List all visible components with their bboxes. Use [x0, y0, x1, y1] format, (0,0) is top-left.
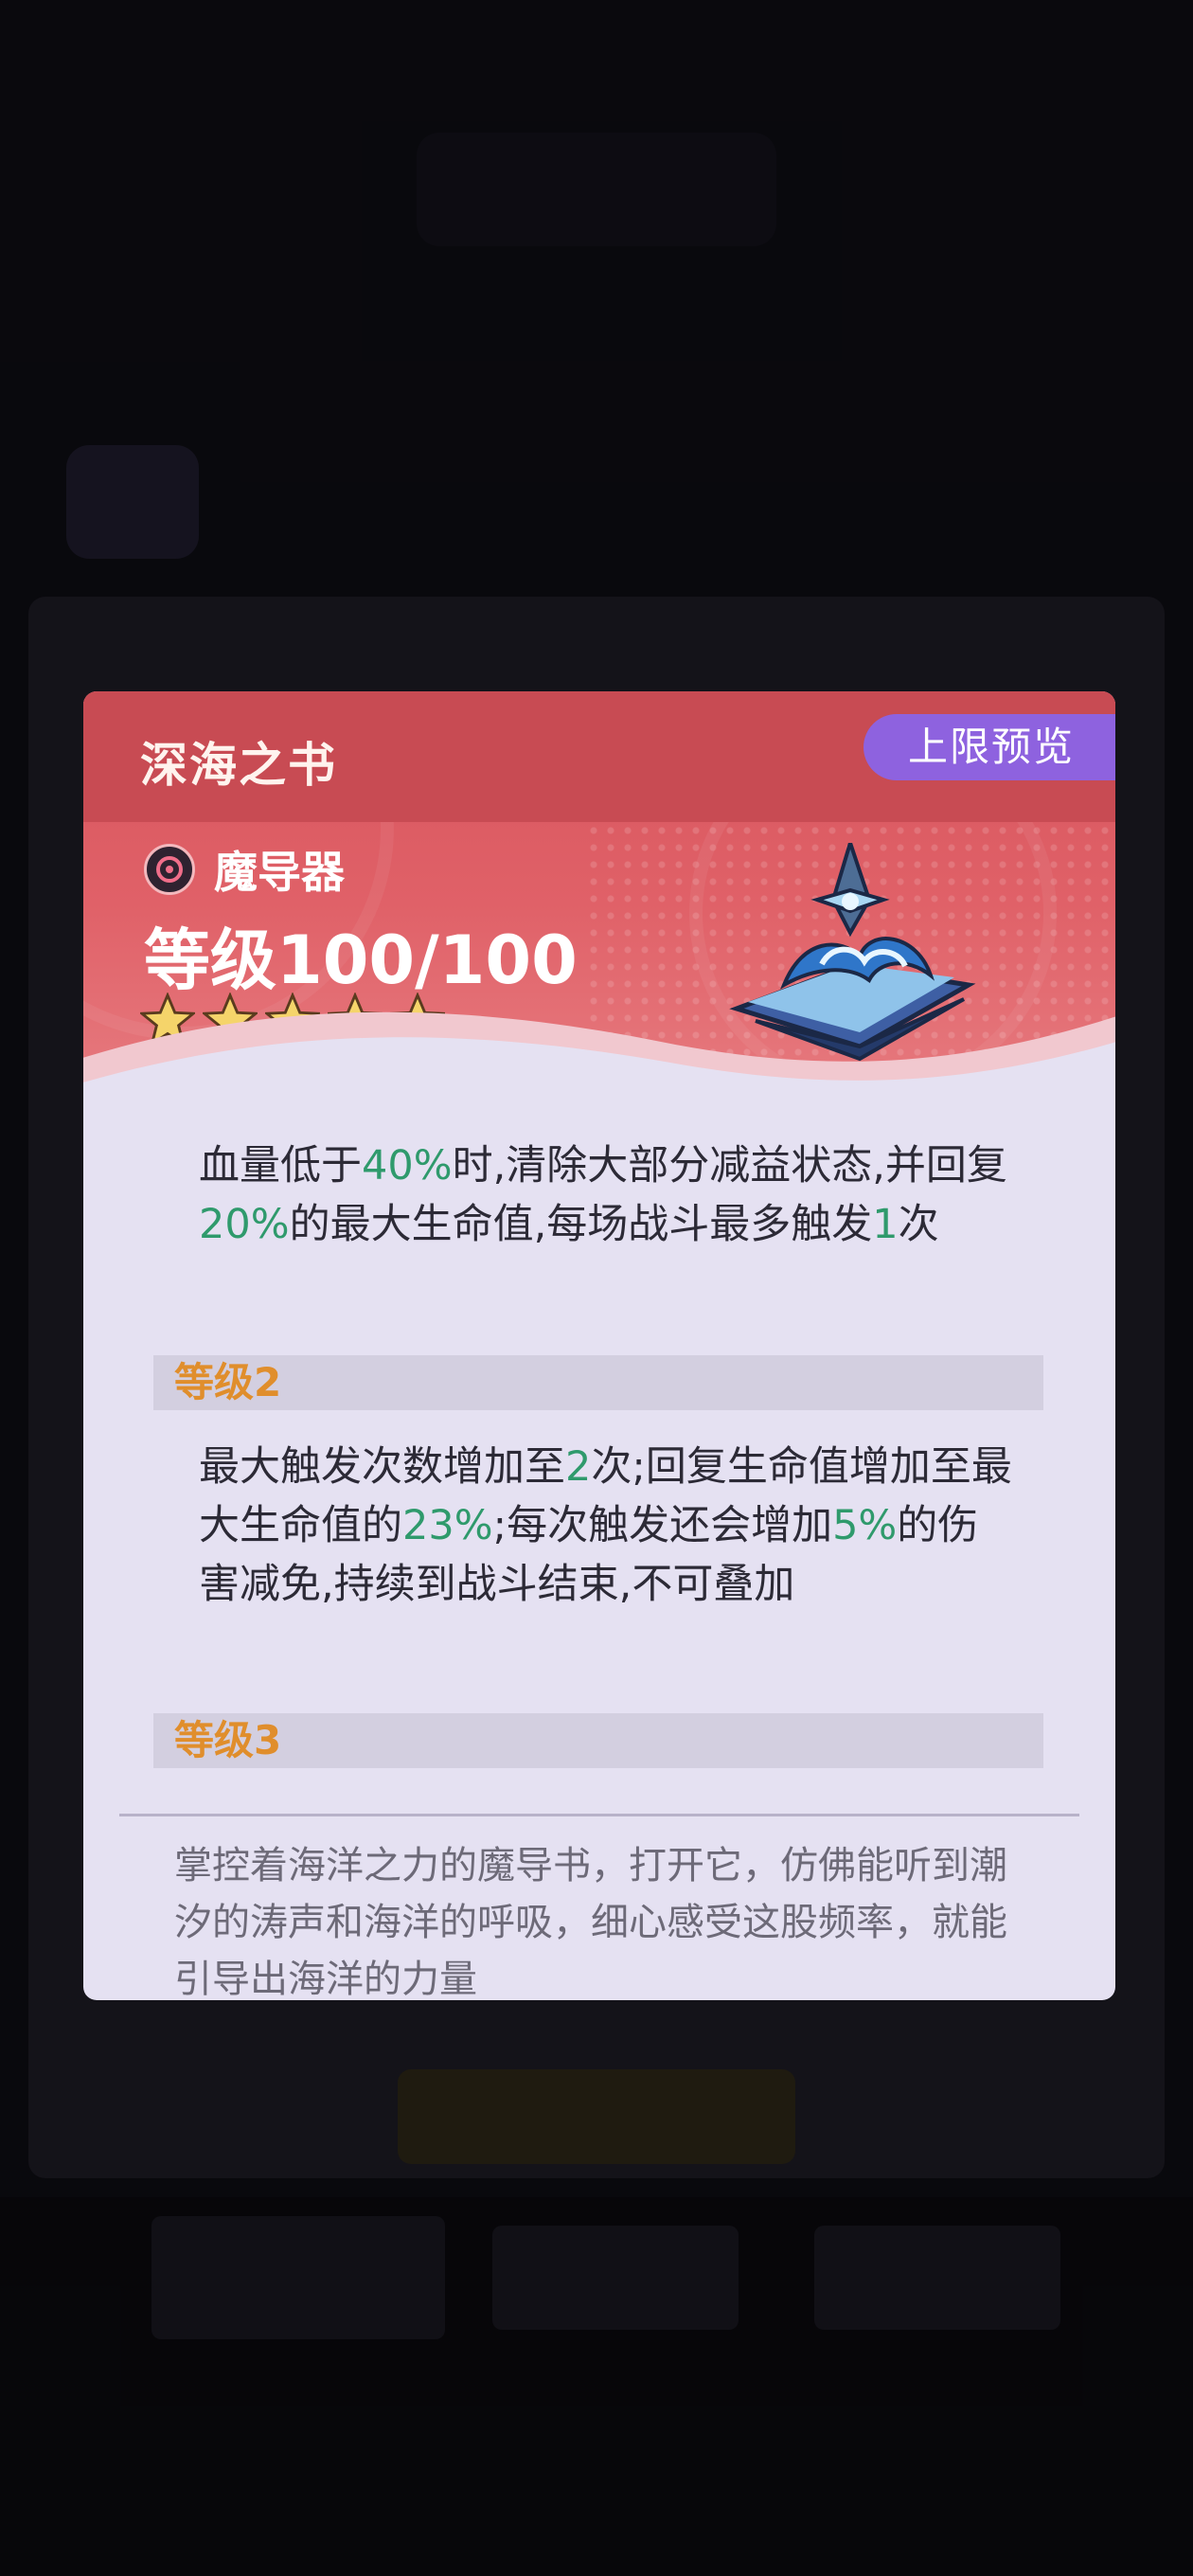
item-title: 深海之书 — [140, 738, 337, 793]
title-bar: 深海之书 上限预览 — [83, 691, 1115, 822]
effect-text: 的最大生命值,每场战斗最多触发 — [289, 1201, 873, 1248]
item-type-label: 魔导器 — [214, 847, 345, 898]
effect-value: 23% — [402, 1502, 493, 1549]
effect-level2-text: 最大触发次数增加至2次;回复生命值增加至最大生命值的23%;每次触发还会增加5%… — [199, 1438, 1013, 1614]
effect-text: 次 — [898, 1201, 939, 1248]
level3-header: 等级3 — [153, 1713, 1043, 1768]
card-header: 深海之书 上限预览 魔导器 等级100/100 — [83, 691, 1115, 1155]
effect-value: 40% — [362, 1142, 453, 1190]
effect-value: 20% — [199, 1201, 290, 1248]
max-preview-badge[interactable]: 上限预览 — [864, 714, 1115, 780]
level2-header: 等级2 — [153, 1355, 1043, 1410]
effect-value: 5% — [832, 1502, 898, 1549]
header-wave — [83, 1011, 1115, 1155]
effect-text: 最大触发次数增加至 — [199, 1443, 565, 1491]
item-type-row: 魔导器 — [144, 841, 345, 898]
item-detail-card: 深海之书 上限预览 魔导器 等级100/100 血量低于40%时,清除大部分减益… — [83, 691, 1115, 2000]
item-level: 等级100/100 — [144, 921, 578, 999]
item-lore-text[interactable]: 掌控着海洋之力的魔导书，打开它，仿佛能听到潮汐的涛声和海洋的呼吸，细心感受这股频… — [174, 1837, 1026, 2000]
effect-value: 2 — [565, 1443, 592, 1491]
effect-level1-text: 血量低于40%时,清除大部分减益状态,并回复 20%的最大生命值,每场战斗最多触发… — [199, 1136, 1013, 1254]
effect-value: 1 — [872, 1201, 899, 1248]
effect-text: 时,清除大部分减益状态,并回复 — [452, 1142, 1007, 1190]
effect-text: 血量低于 — [199, 1142, 362, 1190]
divider — [119, 1814, 1079, 1816]
effect-text: ;每次触发还会增加 — [492, 1502, 833, 1549]
magic-device-icon — [144, 844, 195, 895]
